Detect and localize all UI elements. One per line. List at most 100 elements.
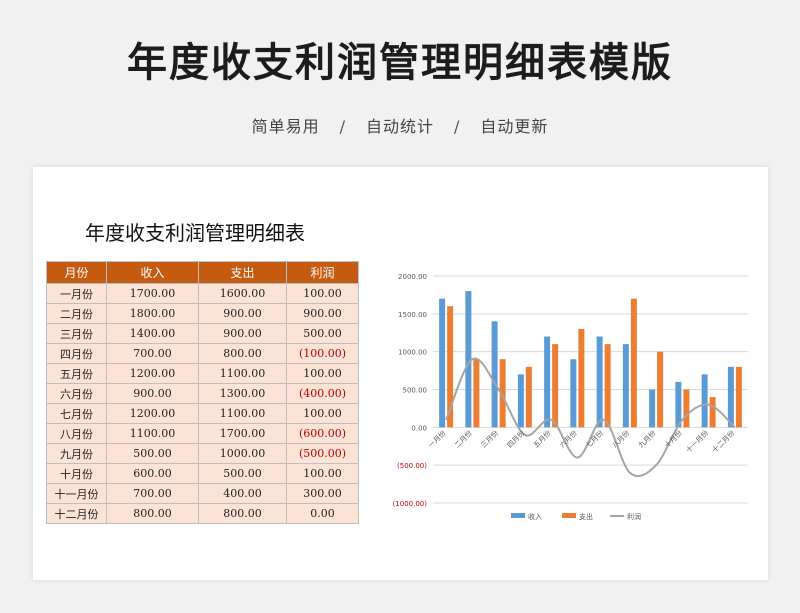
cell-expense: 1300.00 [198,383,287,404]
table-row: 三月份 1400.00 900.00 500.00 [46,323,359,344]
table-row: 十月份 600.00 500.00 100.00 [46,463,359,484]
cell-month: 一月份 [46,283,107,304]
y-tick-label: 2000.00 [398,273,427,281]
income-bar [517,374,524,428]
expense-bar [709,397,716,428]
cell-profit: (400.00) [286,383,359,404]
feature-list: 简单易用 / 自动统计 / 自动更新 [0,113,800,137]
cell-profit: 100.00 [286,363,359,384]
income-bar [544,336,551,428]
income-bar [596,336,603,428]
feature-item: 简单易用 [251,117,320,136]
cell-expense: 1600.00 [198,283,287,304]
x-tick-label: 一月份 [426,428,447,449]
cell-profit: 300.00 [286,483,359,504]
separator: / [454,117,461,136]
cell-expense: 900.00 [198,323,287,344]
expense-bar [630,298,637,428]
cell-month: 四月份 [46,343,107,364]
cell-income: 1400.00 [106,323,199,344]
income-bar [570,359,577,428]
x-tick-label: 十一月份 [684,428,710,454]
cell-month: 十一月份 [46,483,107,504]
expense-bar [657,351,664,428]
cell-month: 五月份 [46,363,107,384]
legend-label: 支出 [579,512,593,521]
cell-expense: 1700.00 [198,423,287,444]
cell-profit: 900.00 [286,303,359,324]
income-bar [701,374,708,428]
table-row: 十一月份 700.00 400.00 300.00 [46,483,359,504]
legend-swatch [511,513,525,518]
cell-profit: 100.00 [286,463,359,484]
y-tick-label: 500.00 [403,387,428,395]
income-bar [491,321,498,428]
cell-profit: (500.00) [286,443,359,464]
separator: / [339,117,346,136]
cell-month: 八月份 [46,423,107,444]
expense-bar [735,366,742,428]
income-bar [439,298,446,428]
table-row: 六月份 900.00 1300.00 (400.00) [46,383,359,404]
cell-expense: 800.00 [198,343,287,364]
cell-income: 600.00 [106,463,199,484]
column-header-month: 月份 [46,261,107,284]
cell-income: 1100.00 [106,423,199,444]
expense-bar [525,366,532,428]
cell-expense: 900.00 [198,303,287,324]
cell-income: 1800.00 [106,303,199,324]
income-expense-chart: 2000.00 1500.00 1000.00 500.00 0.00 (500.00) (… [393,273,748,521]
cell-profit: (100.00) [286,343,359,364]
cell-profit: 500.00 [286,323,359,344]
expense-bar [473,359,480,428]
cell-month: 九月份 [46,443,107,464]
cell-month: 十月份 [46,463,107,484]
legend-swatch [562,513,576,518]
feature-item: 自动统计 [365,117,434,136]
cell-income: 800.00 [106,503,199,524]
income-bar [622,344,629,428]
cell-month: 三月份 [46,323,107,344]
cell-month: 六月份 [46,383,107,404]
cell-month: 二月份 [46,303,107,324]
feature-item: 自动更新 [480,117,549,136]
table-row: 十二月份 800.00 800.00 0.00 [46,503,359,524]
legend-label: 收入 [528,512,542,521]
expense-bar [552,344,559,428]
legend-label: 利润 [627,512,641,521]
y-tick-label: 1500.00 [398,311,427,319]
expense-bar [683,389,690,428]
x-tick-label: 八月份 [610,428,631,449]
cell-income: 700.00 [106,483,199,504]
cell-expense: 1000.00 [198,443,287,464]
x-tick-label: 二月份 [453,428,474,449]
cell-expense: 1100.00 [198,403,287,424]
table-row: 四月份 700.00 800.00 (100.00) [46,343,359,364]
page-title: 年度收支利润管理明细表模版 [127,40,673,86]
income-bar [649,389,656,428]
cell-income: 500.00 [106,443,199,464]
y-tick-label: 0.00 [411,424,427,432]
x-tick-label: 三月份 [479,428,500,449]
cell-income: 1200.00 [106,363,199,384]
cell-income: 700.00 [106,343,199,364]
x-tick-label: 十二月份 [710,428,736,454]
profit-line [445,357,736,477]
expense-bar [604,344,611,428]
cell-expense: 500.00 [198,463,287,484]
cell-month: 七月份 [46,403,107,424]
column-header-profit: 利润 [286,261,359,284]
table-row: 七月份 1200.00 1100.00 100.00 [46,403,359,424]
column-header-expense: 支出 [198,261,287,284]
column-header-income: 收入 [106,261,199,284]
table-row: 八月份 1100.00 1700.00 (600.00) [46,423,359,444]
cell-profit: 100.00 [286,283,359,304]
income-bar [675,381,682,428]
cell-expense: 400.00 [198,483,287,504]
cell-profit: (600.00) [286,423,359,444]
x-tick-label: 九月份 [636,428,657,449]
table-row: 五月份 1200.00 1100.00 100.00 [46,363,359,384]
cell-income: 1700.00 [106,283,199,304]
cell-profit: 100.00 [286,403,359,424]
cell-profit: 0.00 [286,503,359,524]
